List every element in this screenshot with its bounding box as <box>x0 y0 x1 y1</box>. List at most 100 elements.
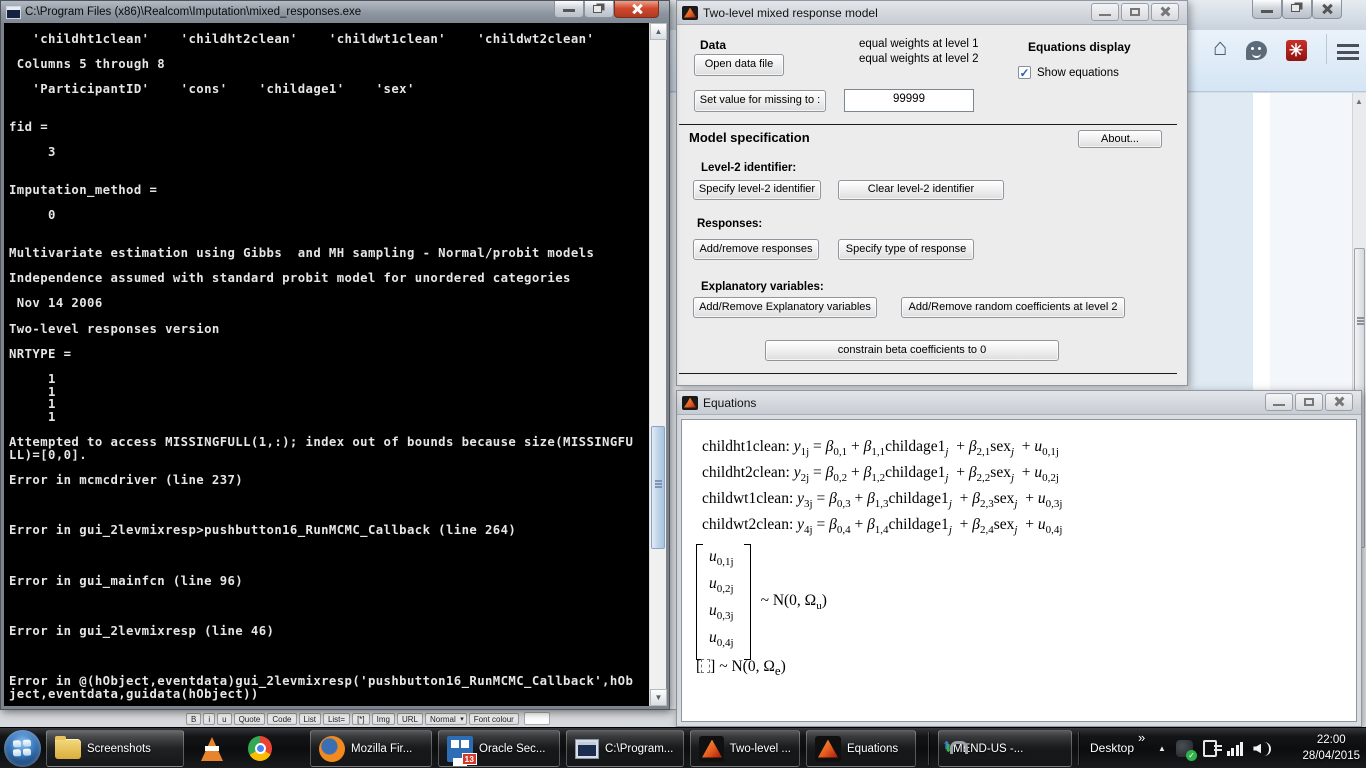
right-bracket <box>744 544 751 660</box>
console-output-text: 'childht1clean' 'childht2clean' 'childwt… <box>9 33 633 700</box>
u-vector-entries: u0,1ju0,2ju0,3ju0,4j <box>703 544 744 660</box>
equations-close-button[interactable] <box>1325 393 1353 411</box>
model-window-title: Two-level mixed response model <box>703 6 878 20</box>
console-output-area[interactable]: 'childht1clean' 'childht2clean' 'childwt… <box>4 23 666 706</box>
open-data-file-button[interactable]: Open data file <box>694 54 784 76</box>
section-divider <box>679 124 1177 125</box>
scroll-up-icon[interactable]: ▲ <box>1355 97 1364 106</box>
clear-level2-button[interactable]: Clear level-2 identifier <box>838 180 1004 200</box>
taskbar-matlab-model-window[interactable]: Two-level ... <box>690 730 800 767</box>
browser-restore-button[interactable] <box>1282 0 1312 19</box>
home-icon[interactable]: ⌂ <box>1208 36 1232 60</box>
u-vector-entry: u0,2j <box>709 575 734 602</box>
browser-close-button[interactable] <box>1312 0 1342 19</box>
show-equations-checkbox[interactable]: ✓ <box>1018 66 1031 79</box>
editor-font-colour-button[interactable]: Font colour <box>469 713 519 725</box>
explanatory-variables-label: Explanatory variables: <box>701 281 824 293</box>
oracle-icon: 13 <box>447 736 473 762</box>
editor-buttons: BiuQuoteCodeListList=[*]ImgURLNormalFont… <box>186 713 519 725</box>
editor-button[interactable]: Img <box>372 713 395 725</box>
windows-logo-icon <box>13 739 31 756</box>
console-title: C:\Program Files (x86)\Realcom\Imputatio… <box>25 6 361 18</box>
equations-titlebar[interactable]: Equations <box>677 391 1361 415</box>
chrome-icon <box>248 736 272 761</box>
missing-value-input[interactable]: 99999 <box>844 89 974 112</box>
console-scroll-down-icon[interactable]: ▼ <box>650 689 667 706</box>
taskbar-divider <box>1078 732 1079 765</box>
taskbar-matlab-equations-window[interactable]: Equations <box>806 730 916 767</box>
editor-button[interactable]: Code <box>267 713 296 725</box>
firefox-icon <box>319 736 345 762</box>
desktop-chevron[interactable]: » <box>1138 730 1145 745</box>
equations-window: Equations childht1clean: y1j = β0,1 + β1… <box>676 390 1362 727</box>
console-close-button[interactable] <box>614 1 659 18</box>
equations-display-heading: Equations display <box>1028 40 1131 54</box>
editor-button[interactable]: URL <box>397 713 423 725</box>
specify-level2-button[interactable]: Specify level-2 identifier <box>693 180 821 200</box>
model-window: Two-level mixed response model Data Open… <box>676 0 1188 386</box>
model-minimize-button[interactable] <box>1091 3 1119 21</box>
show-hidden-icons-button[interactable]: ▲ <box>1158 744 1166 753</box>
lastpass-icon[interactable]: ✳ <box>1284 38 1308 62</box>
constrain-beta-button[interactable]: constrain beta coefficients to 0 <box>765 340 1059 361</box>
taskbar-divider <box>928 732 929 765</box>
equations-maximize-button[interactable] <box>1295 393 1323 411</box>
network-signal-icon[interactable] <box>1227 742 1244 756</box>
taskbar-console-window[interactable]: C:\Program... <box>566 730 684 767</box>
console-app-icon <box>575 739 599 759</box>
taskbar-screenshots-window[interactable]: Screenshots <box>46 730 184 767</box>
taskbar-vlc-pinned[interactable] <box>192 730 232 767</box>
editor-button[interactable]: i <box>203 713 215 725</box>
about-button[interactable]: About... <box>1078 130 1162 148</box>
responses-label: Responses: <box>697 218 762 230</box>
editor-field-fragment <box>524 712 550 725</box>
console-scrollbar[interactable]: ▲ ▼ <box>649 23 666 706</box>
console-restore-button[interactable] <box>584 1 614 18</box>
safely-remove-hardware-icon[interactable] <box>1203 740 1217 757</box>
model-spec-heading: Model specification <box>689 130 810 145</box>
matlab-icon <box>682 6 698 20</box>
toolbar-divider <box>1326 34 1327 64</box>
antivirus-tray-icon[interactable] <box>1176 740 1193 757</box>
matlab-icon <box>682 396 698 410</box>
add-random-coefficients-button[interactable]: Add/Remove random coefficients at level … <box>901 297 1125 318</box>
equation-row: childwt2clean: y4j = β0,4 + β1,4childage… <box>702 516 1062 542</box>
equations-minimize-button[interactable] <box>1265 393 1293 411</box>
editor-button[interactable]: Quote <box>234 713 266 725</box>
residual-placeholder <box>701 659 710 673</box>
console-scroll-up-icon[interactable]: ▲ <box>650 23 667 40</box>
editor-button[interactable]: List= <box>323 713 350 725</box>
desktop-toolbar-label[interactable]: Desktop <box>1090 741 1134 755</box>
console-scrollbar-thumb[interactable] <box>651 426 665 549</box>
taskbar-clock[interactable]: 22:00 28/04/2015 <box>1302 732 1360 764</box>
model-close-button[interactable] <box>1151 3 1179 21</box>
editor-button[interactable]: u <box>217 713 231 725</box>
editor-button[interactable]: B <box>186 713 201 725</box>
chat-icon[interactable] <box>1244 38 1268 62</box>
browser-minimize-button[interactable] <box>1252 0 1282 19</box>
set-missing-value-button[interactable]: Set value for missing to : <box>694 90 826 112</box>
add-explanatory-button[interactable]: Add/Remove Explanatory variables <box>693 297 877 318</box>
left-bracket <box>696 544 703 660</box>
u-distribution: ~ N(0, Ωu) <box>761 592 827 612</box>
console-minimize-button[interactable] <box>554 1 584 18</box>
taskbar-chrome-pinned[interactable] <box>240 730 280 767</box>
taskbar-mend-window[interactable]: ⬆ ⬇ MEND-US -... <box>938 730 1072 767</box>
volume-icon[interactable] <box>1253 742 1271 756</box>
clock-time: 22:00 <box>1302 732 1360 748</box>
add-remove-responses-button[interactable]: Add/remove responses <box>693 239 819 260</box>
console-window: C:\Program Files (x86)\Realcom\Imputatio… <box>0 0 670 710</box>
clock-date: 28/04/2015 <box>1302 748 1360 764</box>
taskbar-firefox-window[interactable]: Mozilla Fir... <box>310 730 432 767</box>
specify-response-type-button[interactable]: Specify type of response <box>838 239 974 260</box>
taskbar-oracle-window[interactable]: 13 Oracle Sec... <box>438 730 560 767</box>
menu-icon[interactable] <box>1336 40 1360 64</box>
weights-line-1: equal weights at level 1 <box>859 38 979 50</box>
show-equations-label: Show equations <box>1037 67 1119 79</box>
editor-format-dropdown[interactable]: Normal <box>425 713 467 725</box>
model-maximize-button[interactable] <box>1121 3 1149 21</box>
editor-button[interactable]: List <box>299 713 321 725</box>
forum-editor-toolbar: BiuQuoteCodeListList=[*]ImgURLNormalFont… <box>0 709 686 727</box>
editor-button[interactable]: [*] <box>352 713 370 725</box>
start-button[interactable] <box>4 730 41 767</box>
